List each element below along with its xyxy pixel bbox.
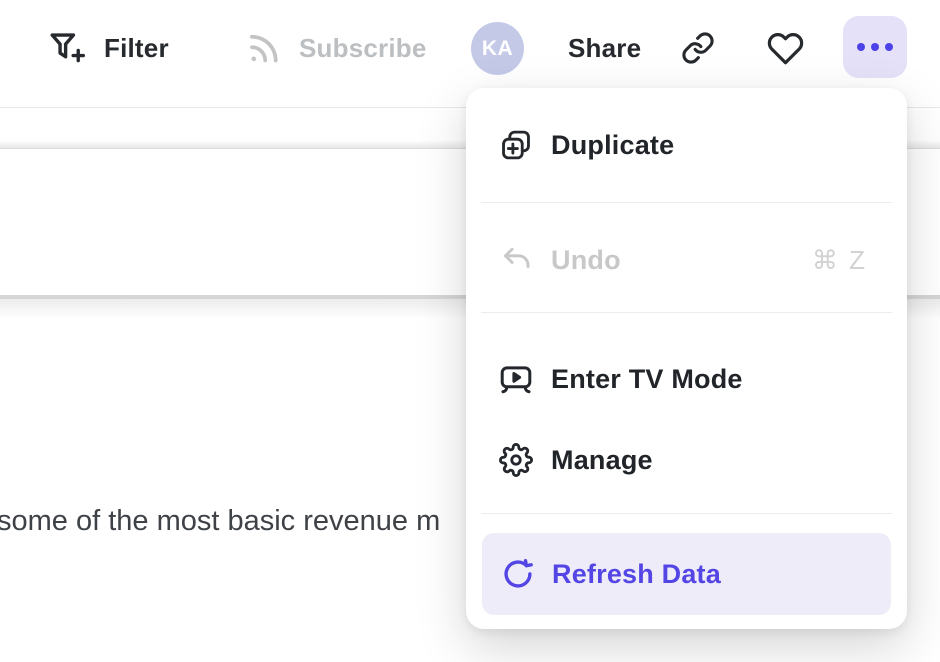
share-label: Share [568,33,641,64]
page-text: some of the most basic revenue m [0,505,440,538]
filter-label: Filter [104,33,169,64]
favorite-button[interactable] [761,24,809,72]
app-canvas: Filter Subscribe KA Share [0,0,940,662]
ellipsis-icon [857,43,893,51]
subscribe-label: Subscribe [299,33,427,64]
menu-item-label: Refresh Data [552,559,721,590]
avatar-initials: KA [482,37,513,61]
undo-icon [498,244,534,277]
keyboard-shortcut: ⌘ Z [812,245,867,276]
menu-divider [481,312,892,313]
refresh-icon [500,557,536,591]
menu-item-label: Enter TV Mode [551,364,743,395]
avatar[interactable]: KA [471,22,524,75]
gear-icon [498,443,534,477]
menu-item-label: Duplicate [551,130,674,161]
menu-item-enter-tv-mode[interactable]: Enter TV Mode [466,339,907,419]
link-icon [681,31,715,65]
duplicate-icon [498,128,534,162]
menu-divider [481,202,892,203]
menu-item-label: Undo [551,245,621,276]
menu-item-duplicate[interactable]: Duplicate [466,105,907,185]
menu-item-manage[interactable]: Manage [466,420,907,500]
subscribe-button[interactable]: Subscribe [245,18,427,78]
menu-item-label: Manage [551,445,653,476]
menu-item-undo: Undo ⌘ Z [466,220,907,300]
filter-plus-icon [47,28,87,68]
heart-icon [767,30,804,67]
menu-divider [481,513,892,514]
filter-button[interactable]: Filter [47,18,169,78]
rss-icon [245,30,282,67]
tv-icon [498,361,534,397]
menu-item-refresh-data[interactable]: Refresh Data [482,533,891,615]
dropdown-menu: Duplicate Undo ⌘ Z [466,88,907,629]
share-button[interactable]: Share [568,18,641,78]
copy-link-button[interactable] [674,24,722,72]
more-options-button[interactable] [843,16,907,78]
